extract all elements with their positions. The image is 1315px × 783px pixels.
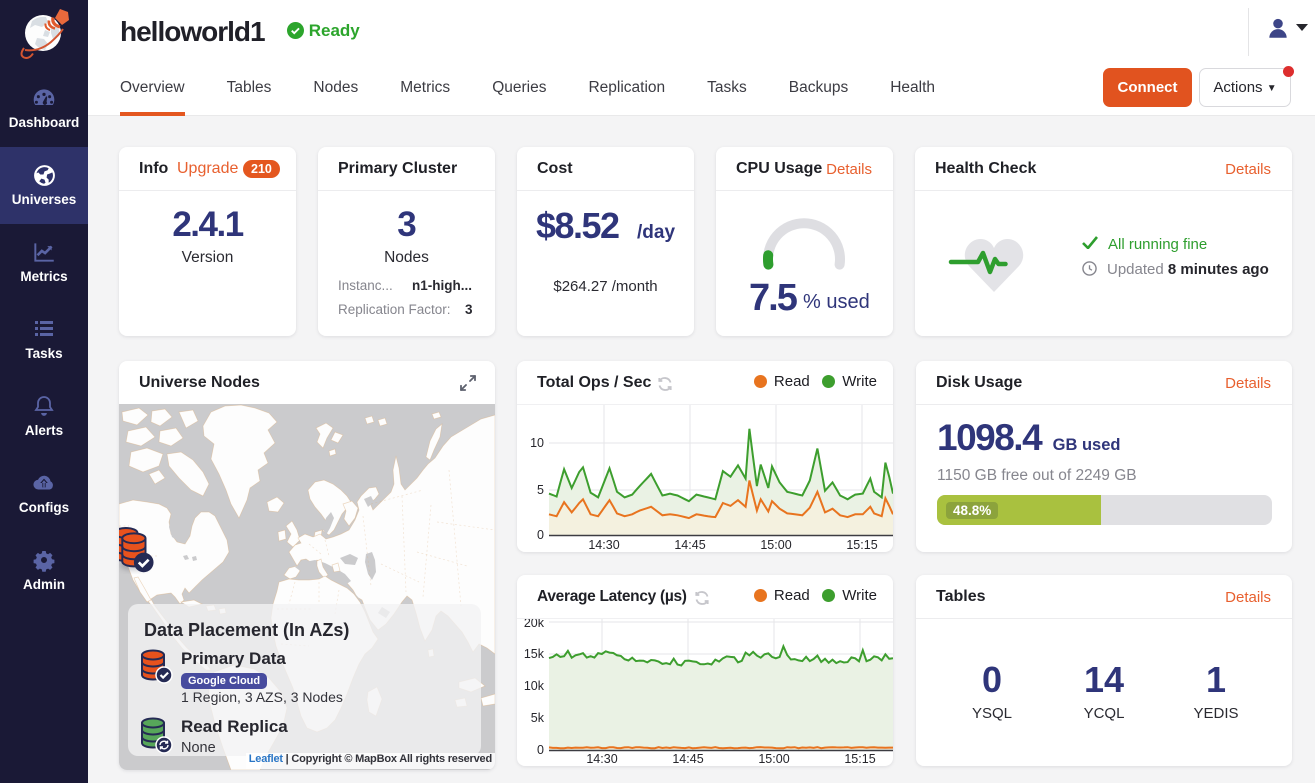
svg-text:0: 0 xyxy=(537,528,544,542)
svg-text:10k: 10k xyxy=(524,679,545,693)
svg-text:14:45: 14:45 xyxy=(674,538,705,552)
svg-text:5: 5 xyxy=(537,483,544,497)
svg-text:5k: 5k xyxy=(531,711,545,725)
svg-text:15:00: 15:00 xyxy=(758,752,789,766)
svg-text:14:30: 14:30 xyxy=(586,752,617,766)
svg-text:15:15: 15:15 xyxy=(844,752,875,766)
svg-text:0: 0 xyxy=(537,743,544,757)
svg-text:20k: 20k xyxy=(524,619,545,630)
svg-text:14:30: 14:30 xyxy=(588,538,619,552)
svg-text:15:00: 15:00 xyxy=(760,538,791,552)
svg-text:15k: 15k xyxy=(524,647,545,661)
svg-text:10: 10 xyxy=(530,436,544,450)
svg-text:14:45: 14:45 xyxy=(672,752,703,766)
svg-text:15:15: 15:15 xyxy=(846,538,877,552)
